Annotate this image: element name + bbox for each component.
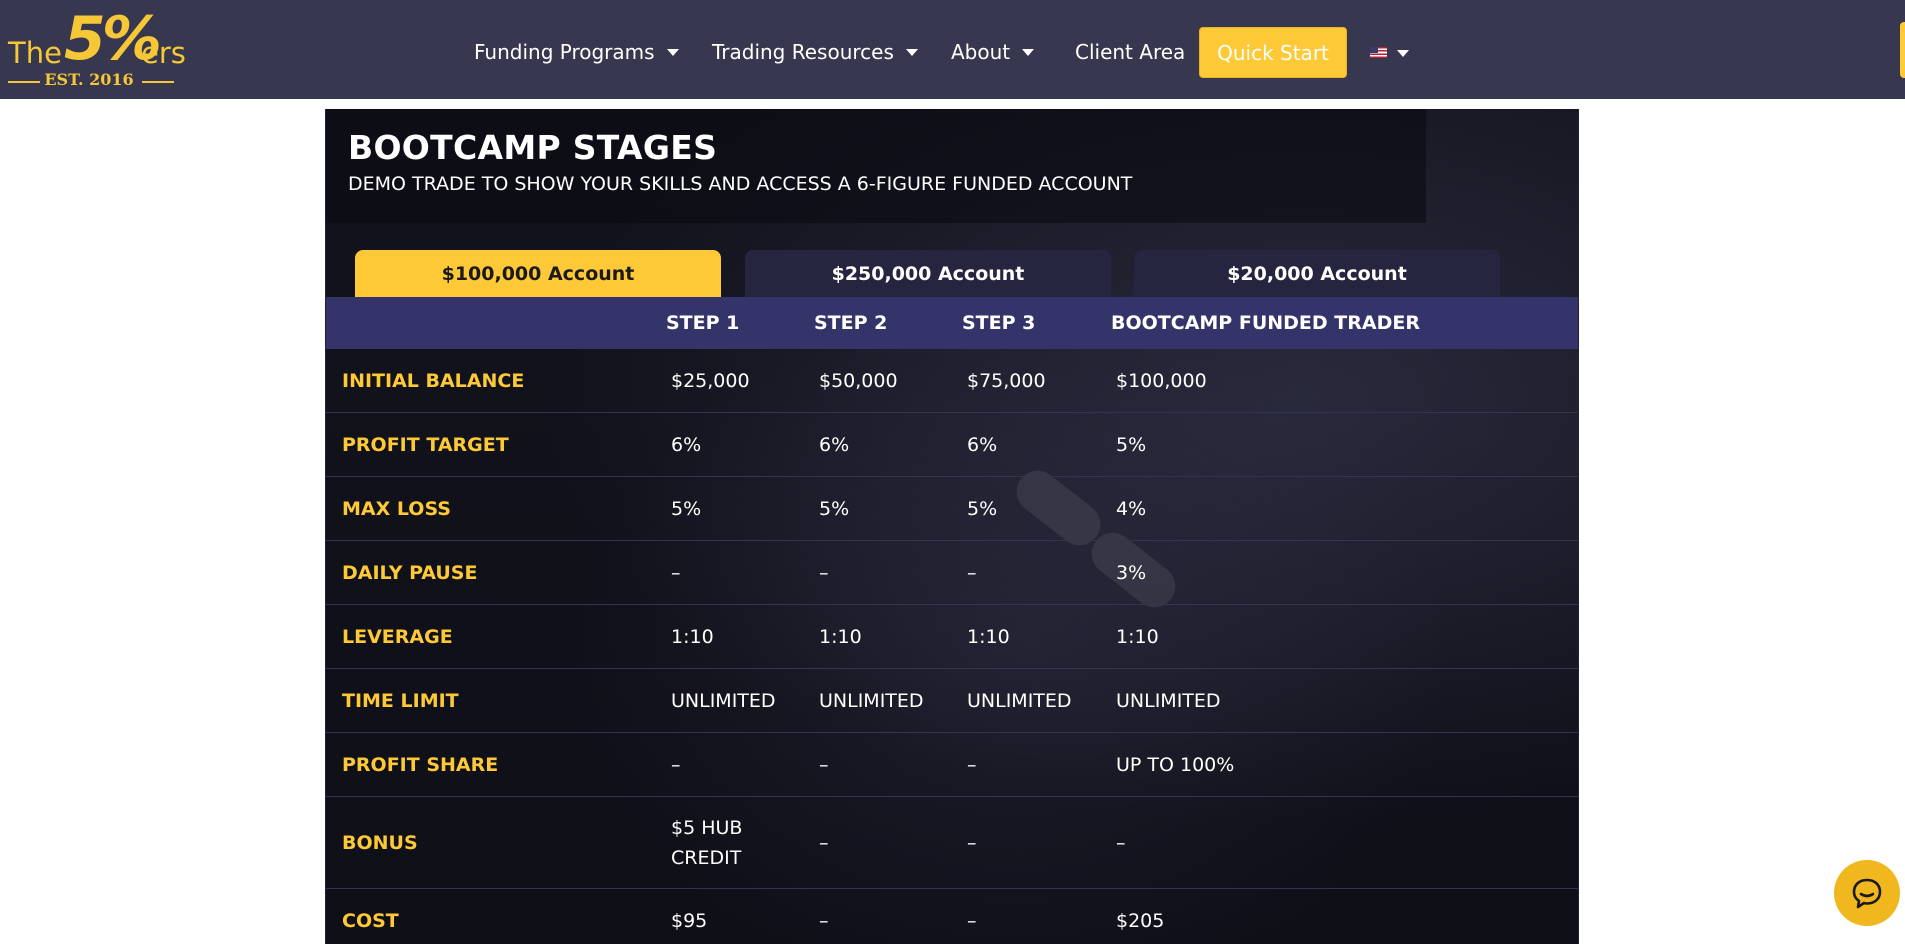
- nav-trading-resources-label: Trading Resources: [712, 40, 894, 64]
- table-cell: $205: [1116, 909, 1165, 932]
- language-chevron-down-icon[interactable]: [1397, 50, 1409, 57]
- table-cell: $95: [671, 909, 708, 932]
- table-cell: UNLIMITED: [967, 689, 1072, 712]
- column-header-step-2: STEP 2: [814, 312, 888, 334]
- logo-rule-right: [142, 81, 174, 83]
- section-subtitle: DEMO TRADE TO SHOW YOUR SKILLS AND ACCES…: [348, 173, 1133, 195]
- table-cell: 1:10: [671, 625, 714, 648]
- nav-client-area-label: Client Area: [1075, 40, 1186, 64]
- column-header-step-1: STEP 1: [666, 312, 740, 334]
- table-cell: 1:10: [819, 625, 862, 648]
- logo-the: The: [8, 36, 62, 70]
- column-header-funded-trader: BOOTCAMP FUNDED TRADER: [1111, 312, 1420, 334]
- table-cell: UNLIMITED: [671, 689, 776, 712]
- row-label: MAX LOSS: [342, 497, 451, 520]
- side-edge-tab[interactable]: [1900, 22, 1905, 78]
- table-cell: –: [967, 831, 977, 854]
- table-cell: –: [819, 831, 829, 854]
- tab-250k-account[interactable]: $250,000 Account: [745, 250, 1111, 297]
- table-cell: 4%: [1116, 497, 1147, 520]
- chat-button[interactable]: [1834, 860, 1900, 926]
- row-label: INITIAL BALANCE: [342, 369, 525, 392]
- table-cell: –: [671, 561, 681, 584]
- table-cell: 5%: [967, 497, 998, 520]
- table-cell: –: [967, 561, 977, 584]
- table-row: INITIAL BALANCE $25,000 $50,000 $75,000 $100…: [326, 349, 1578, 413]
- row-label: DAILY PAUSE: [342, 561, 478, 584]
- table-cell: –: [671, 753, 681, 776]
- table-cell: 6%: [671, 433, 702, 456]
- table-cell: –: [967, 909, 977, 932]
- table-cell: 5%: [1116, 433, 1147, 456]
- table-row: MAX LOSS 5% 5% 5% 4%: [326, 477, 1578, 541]
- section-title: BOOTCAMP STAGES: [348, 128, 718, 167]
- table-cell: 6%: [819, 433, 850, 456]
- nav-funding-programs-label: Funding Programs: [474, 40, 655, 64]
- table-row: LEVERAGE 1:10 1:10 1:10 1:10: [326, 605, 1578, 669]
- nav-about-label: About: [951, 40, 1011, 64]
- table-cell: UP TO 100%: [1116, 753, 1235, 776]
- tab-100k-account[interactable]: $100,000 Account: [355, 250, 721, 297]
- row-label: COST: [342, 909, 399, 932]
- chevron-down-icon: [905, 48, 918, 56]
- row-label: TIME LIMIT: [342, 689, 459, 712]
- table-cell: –: [967, 753, 977, 776]
- nav-trading-resources[interactable]: Trading Resources: [712, 27, 918, 77]
- table-cell: 5%: [819, 497, 850, 520]
- table-cell: 1:10: [1116, 625, 1159, 648]
- row-label: BONUS: [342, 831, 418, 854]
- table-cell: UNLIMITED: [1116, 689, 1221, 712]
- logo-ers: ers: [141, 36, 186, 70]
- table-cell: $100,000: [1116, 369, 1207, 392]
- table-row: DAILY PAUSE – – – 3%: [326, 541, 1578, 605]
- chat-bubble-icon: [1852, 878, 1882, 909]
- table-row: PROFIT SHARE – – – UP TO 100%: [326, 733, 1578, 797]
- nav-about[interactable]: About: [951, 27, 1035, 77]
- table-header: STEP 1 STEP 2 STEP 3 BOOTCAMP FUNDED TRA…: [326, 297, 1578, 349]
- table-cell: 3%: [1116, 561, 1147, 584]
- nav-client-area[interactable]: Client Area: [1075, 27, 1185, 77]
- table-cell: $75,000: [967, 369, 1046, 392]
- table-cell: –: [819, 561, 829, 584]
- site-header: The 5% ers EST. 2016 Funding Programs Tr…: [0, 0, 1905, 99]
- table-cell: 5%: [671, 497, 702, 520]
- table-cell: $25,000: [671, 369, 750, 392]
- table-row: BONUS $5 HUB CREDIT – – –: [326, 797, 1578, 889]
- us-flag-icon[interactable]: [1370, 47, 1387, 58]
- chevron-down-icon: [666, 48, 679, 56]
- table-row: COST $95 – – $205: [326, 889, 1578, 944]
- tab-20k-account[interactable]: $20,000 Account: [1134, 250, 1500, 297]
- table-cell: 6%: [967, 433, 998, 456]
- table-cell: –: [819, 909, 829, 932]
- table-row: TIME LIMIT UNLIMITED UNLIMITED UNLIMITED UNL…: [326, 669, 1578, 733]
- table-cell: 1:10: [967, 625, 1010, 648]
- table-cell: $5 HUB CREDIT: [671, 816, 743, 869]
- quick-start-button[interactable]: Quick Start: [1199, 27, 1347, 78]
- table-cell: –: [1116, 831, 1126, 854]
- table-row: PROFIT TARGET 6% 6% 6% 5%: [326, 413, 1578, 477]
- nav-funding-programs[interactable]: Funding Programs: [474, 27, 679, 77]
- site-logo[interactable]: The 5% ers EST. 2016: [8, 4, 186, 90]
- logo-established: EST. 2016: [44, 70, 134, 89]
- row-label: PROFIT TARGET: [342, 433, 509, 456]
- table-cell: –: [819, 753, 829, 776]
- table-cell: UNLIMITED: [819, 689, 924, 712]
- table-cell: $50,000: [819, 369, 898, 392]
- bootcamp-stages-card: BOOTCAMP STAGES DEMO TRADE TO SHOW YOUR …: [325, 109, 1579, 944]
- row-label: PROFIT SHARE: [342, 753, 499, 776]
- column-header-step-3: STEP 3: [962, 312, 1036, 334]
- chevron-down-icon: [1022, 48, 1035, 56]
- row-label: LEVERAGE: [342, 625, 453, 648]
